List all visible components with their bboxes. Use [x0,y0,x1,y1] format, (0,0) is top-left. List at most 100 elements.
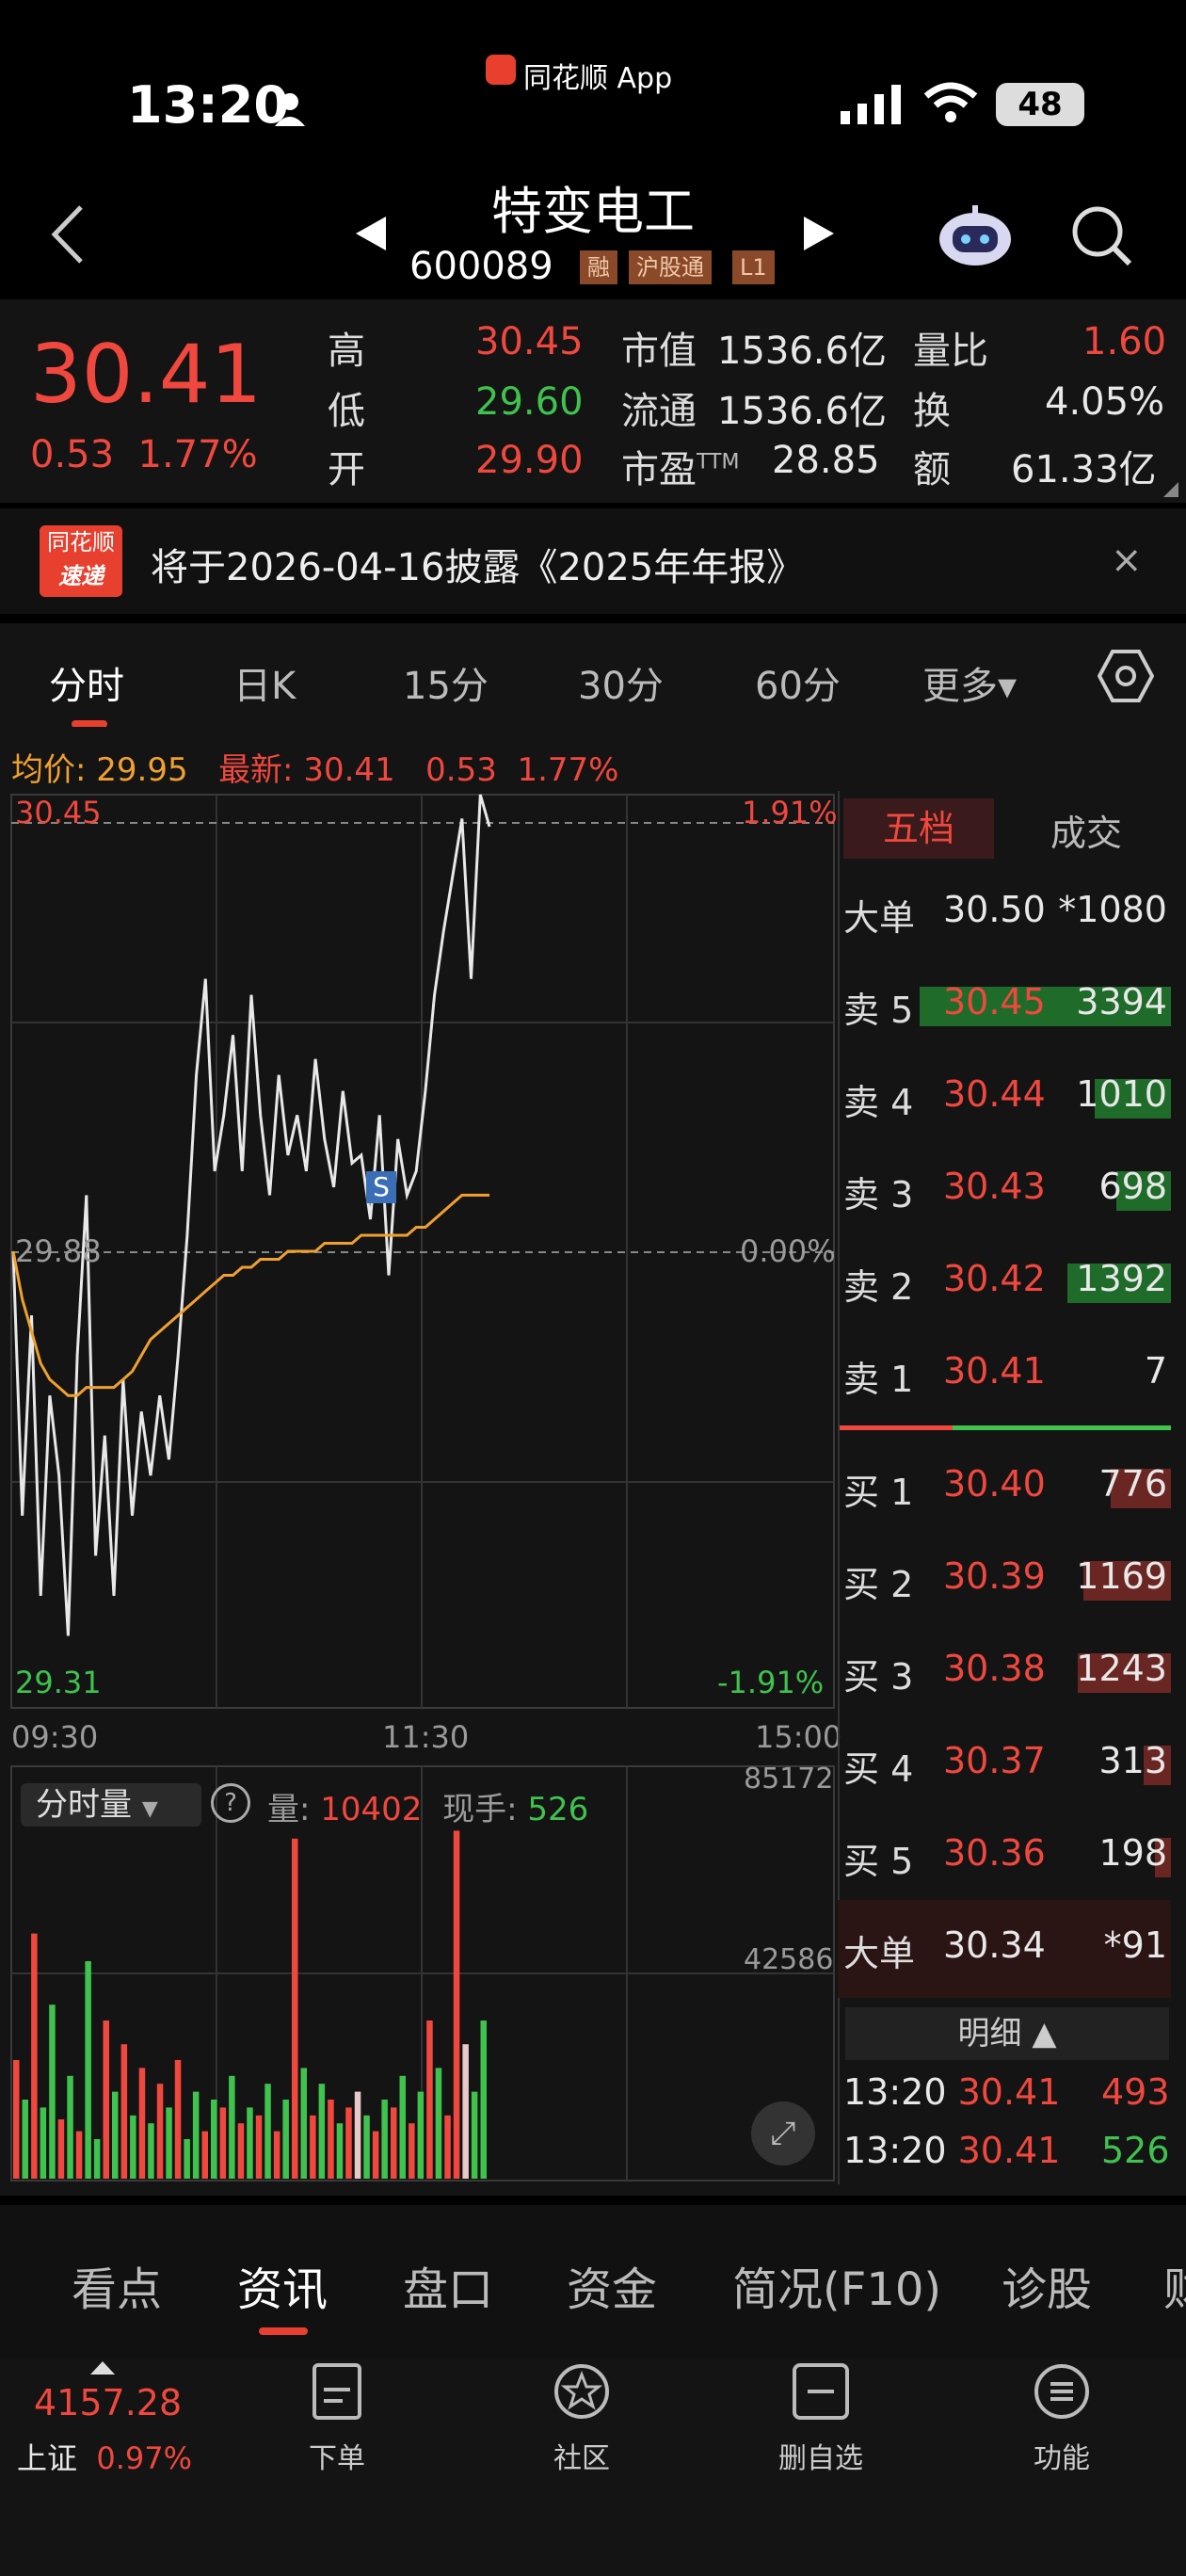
sell-signal-marker[interactable]: S [366,1171,396,1203]
functions-button[interactable]: 功能 [1005,2361,1118,2476]
help-icon[interactable]: ? [211,1783,250,1823]
index-row[interactable]: 上证 0.97% [17,2435,192,2478]
robot-assistant-icon[interactable] [938,203,1013,269]
volume-bar [49,2004,56,2179]
volume-bar [174,2060,182,2179]
volume-bar [31,1933,38,2179]
volume-bar [480,2021,487,2179]
volume-bar [40,2107,47,2179]
price-line [11,794,491,1636]
big-sell-price: 30.50 [943,889,1046,930]
time-label-noon: 11:30 [382,1719,470,1755]
high-value: 30.45 [475,320,584,363]
remove-watchlist-label: 删自选 [778,2442,863,2475]
buy-strength-bar [953,1425,1171,1430]
buys-level-label: 买 2 [843,1564,914,1605]
volume-bar [282,2100,289,2179]
volume-bar [264,2084,271,2179]
tick-row: 13:20 30.41 [843,2130,1061,2171]
volume-bar [435,2068,442,2179]
volume-bar [211,2100,217,2179]
index-value[interactable]: 4157.28 [34,2382,182,2423]
person-icon [275,93,305,126]
buys-level-vol: 1243 [1076,1648,1167,1689]
next-stock-icon[interactable] [802,215,836,252]
amount-value: 61.33亿 [1011,448,1157,491]
tag-margin: 融 [580,250,617,284]
remove-watchlist-button[interactable]: 删自选 [764,2361,877,2476]
sells-level-vol: 698 [1098,1166,1167,1207]
volume-bar [148,2123,154,2179]
tab-news[interactable]: 资讯 [237,2252,328,2318]
tab-30min[interactable]: 30分 [578,655,664,710]
big-buy-vol: *91 [1103,1924,1167,1966]
market-cap-label: 市值 [621,330,697,373]
sells-level-label: 卖 3 [843,1174,914,1216]
tab-15min[interactable]: 15分 [403,655,489,710]
volume-bar [166,2107,172,2179]
tab-60min[interactable]: 60分 [755,655,841,710]
tab-finance[interactable]: 财 [1163,2252,1186,2318]
volume-axis-max: 85172 [744,1763,834,1795]
volume-bar [310,2115,316,2179]
buys-level-label: 买 1 [843,1472,914,1513]
tab-funds[interactable]: 资金 [567,2252,657,2318]
tab-intraday[interactable]: 分时 [49,655,124,710]
price-change: 0.53 1.77% [30,433,258,476]
expand-corner-icon[interactable] [1163,482,1178,497]
star-badge-icon [554,2364,609,2419]
big-sell-vol: *1080 [1058,889,1167,930]
close-icon[interactable]: × [1111,539,1143,582]
volume-readout: 量: 10402 现手: 526 [267,1791,589,1828]
low-label: 低 [328,390,365,433]
axis-mid-pct: 0.00% [740,1233,836,1269]
pe-value: 28.85 [772,439,880,482]
tab-trades[interactable]: 成交 [1050,804,1122,856]
order-label: 下单 [309,2442,365,2475]
volume-bar [363,2115,370,2179]
turnover-label: 换 [913,390,951,433]
volume-bar [93,2139,101,2179]
app-name: 同花顺 App [523,62,673,95]
detail-toggle[interactable]: 明细 ▲ [845,2007,1169,2060]
big-sell-label: 大单 [843,897,916,939]
volume-bar [13,2060,20,2179]
community-button[interactable]: 社区 [525,2361,638,2476]
volume-bar [336,2123,344,2179]
volume-bar [22,2100,28,2179]
volume-bar [318,2084,326,2179]
tab-daily-k[interactable]: 日K [233,655,296,710]
amount-label: 额 [913,448,951,491]
intraday-chart[interactable] [0,787,838,2190]
order-button[interactable]: 下单 [280,2361,393,2476]
tab-five-levels[interactable]: 五档 [843,798,994,859]
search-icon[interactable] [1069,203,1133,267]
functions-label: 功能 [1034,2442,1090,2475]
buys-level-vol: 776 [1098,1463,1167,1505]
buys-level-vol: 1169 [1076,1555,1167,1597]
big-buy-price: 30.34 [943,1924,1046,1966]
tab-handicap[interactable]: 盘口 [403,2252,493,2318]
tab-highlights[interactable]: 看点 [72,2252,162,2318]
index-up-arrow-icon [90,2361,115,2375]
volume-bar [381,2100,388,2179]
tab-profile-f10[interactable]: 简况(F10) [732,2252,941,2318]
volume-bar [391,2107,397,2179]
sells-level-price: 30.42 [943,1258,1046,1299]
volume-indicator-select[interactable]: 分时量 ▼ [21,1783,201,1827]
volume-bar [219,2107,227,2179]
tab-diagnosis[interactable]: 诊股 [1002,2252,1092,2318]
volume-bar [372,2131,379,2179]
settings-hex-icon[interactable] [1098,650,1154,702]
volume-bar [247,2107,253,2179]
minus-box-icon [793,2363,849,2420]
volume-bar [120,2044,128,2179]
buys-level-label: 买 3 [843,1656,914,1698]
fullscreen-icon[interactable]: ⤢ [751,2101,815,2165]
menu-circle-icon [1034,2364,1089,2419]
tab-more[interactable]: 更多▾ [922,655,1017,710]
tag-connect: 沪股通 [629,250,712,284]
volume-bar [444,2115,451,2179]
low-value: 29.60 [475,380,584,424]
announcement-text[interactable]: 将于2026-04-16披露《2025年年报》 [151,537,804,591]
